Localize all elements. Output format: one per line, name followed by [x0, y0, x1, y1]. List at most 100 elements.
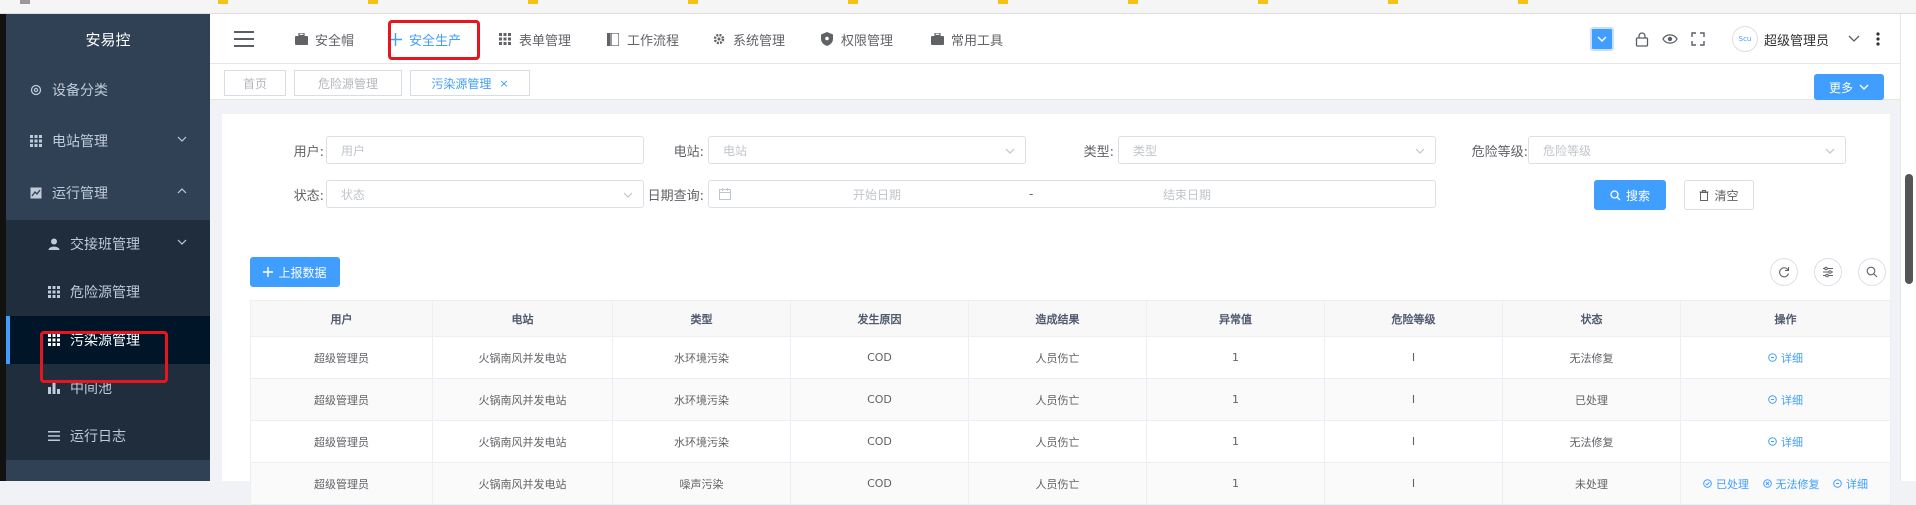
status-filter-select[interactable]: 状态 [326, 180, 644, 208]
topnav-label: 权限管理 [841, 33, 894, 49]
table-cell: 1 [1146, 420, 1325, 463]
table-cell: 超级管理员 [250, 336, 433, 379]
table-cell: 未处理 [1502, 462, 1681, 505]
column-header[interactable]: 造成结果 [968, 300, 1147, 337]
type-placeholder: 类型 [1133, 143, 1158, 158]
refresh-icon[interactable] [1770, 258, 1798, 286]
chevron-up-icon [177, 188, 187, 194]
date-start-input[interactable]: 开始日期 [853, 181, 901, 207]
bookmark-folder-icon [998, 0, 1008, 4]
bookmark-folder-icon [688, 0, 698, 4]
clear-button[interactable]: 清空 [1684, 180, 1754, 210]
type-filter-select[interactable]: 类型 [1118, 136, 1436, 164]
table-cell: 水环境污染 [612, 336, 791, 379]
topnav-item-system-management[interactable]: 系统管理 [712, 14, 785, 64]
sidebar-brand: 安易控 [85, 30, 131, 49]
station-filter-select[interactable]: 电站 [708, 136, 1026, 164]
hamburger-icon[interactable] [234, 31, 254, 47]
detail-link-label: 详细 [1781, 435, 1803, 449]
detail-icon [1768, 437, 1777, 446]
window-scrollbar[interactable] [1900, 14, 1916, 481]
risk-filter-select[interactable]: 危险等级 [1528, 136, 1846, 164]
tag-home[interactable]: 首页 [224, 70, 286, 96]
eye-icon[interactable] [1662, 31, 1678, 47]
chart-icon [28, 185, 44, 201]
close-icon[interactable]: × [499, 77, 508, 90]
scrollbar-thumb[interactable] [1905, 174, 1913, 284]
chevron-down-icon[interactable] [1846, 31, 1862, 47]
action-cell: 详细 [1680, 336, 1891, 379]
column-header[interactable]: 危险等级 [1324, 300, 1503, 337]
sidebar-item-station-management[interactable]: 电站管理 [6, 117, 210, 165]
date-range-picker[interactable]: 开始日期 - 结束日期 [708, 180, 1436, 208]
sidebar-item-label: 危险源管理 [70, 285, 140, 301]
sidebar-item-hazard-management[interactable]: 危险源管理 [6, 268, 210, 316]
table-cell: I [1324, 336, 1503, 379]
avatar[interactable]: Scu [1732, 26, 1758, 52]
grid-icon [28, 133, 44, 149]
user-icon [46, 236, 62, 252]
date-end-input[interactable]: 结束日期 [1163, 181, 1211, 207]
tag-pollution[interactable]: 污染源管理 × [410, 70, 530, 96]
column-header[interactable]: 异常值 [1146, 300, 1325, 337]
status-filter-label: 状态: [293, 188, 324, 204]
risk-placeholder: 危险等级 [1543, 143, 1592, 158]
report-data-button[interactable]: 上报数据 [250, 257, 340, 287]
more-button[interactable]: 更多 [1814, 74, 1884, 100]
user-filter-input[interactable]: 用户 [326, 136, 644, 164]
column-header[interactable]: 状态 [1502, 300, 1681, 337]
more-vertical-icon[interactable] [1870, 31, 1886, 47]
detail-link[interactable]: 详细 [1768, 434, 1803, 450]
column-settings-icon[interactable] [1814, 258, 1842, 286]
detail-link[interactable]: 详细 [1768, 392, 1803, 408]
column-header[interactable]: 用户 [250, 300, 433, 337]
column-header[interactable]: 发生原因 [790, 300, 969, 337]
topnav-label: 系统管理 [733, 33, 786, 49]
tag-hazard[interactable]: 危险源管理 [294, 70, 402, 96]
topnav-item-safety-helmet[interactable]: 安全帽 [294, 14, 354, 64]
sidebar-item-label: 设备分类 [52, 83, 108, 99]
detail-icon [1768, 395, 1777, 404]
sidebar: 安易控 设备分类 电站管理 运行管理 交接班管理 危险源管理 污染源管理 中间池… [6, 14, 210, 481]
table-cell: 超级管理员 [250, 378, 433, 421]
topnav-label: 工作流程 [627, 33, 680, 49]
topnav-label: 表单管理 [519, 33, 572, 49]
table-cell: 人员伤亡 [968, 462, 1147, 505]
detail-link[interactable]: 详细 [1833, 476, 1868, 492]
table-cell: 人员伤亡 [968, 378, 1147, 421]
more-button-label: 更多 [1828, 80, 1853, 95]
station-placeholder: 电站 [723, 143, 748, 158]
table-cell: I [1324, 462, 1503, 505]
clear-button-label: 清空 [1714, 188, 1739, 203]
mark-unrepairable-link[interactable]: 无法修复 [1762, 476, 1820, 492]
action-cell: 已处理 无法修复 详细 [1680, 462, 1891, 505]
fullscreen-icon[interactable] [1690, 31, 1706, 47]
column-header[interactable]: 操作 [1680, 300, 1891, 337]
column-header[interactable]: 类型 [612, 300, 791, 337]
search-button[interactable]: 搜索 [1594, 180, 1666, 210]
table-cell: COD [790, 378, 969, 421]
detail-link[interactable]: 详细 [1768, 350, 1803, 366]
lock-icon[interactable] [1634, 31, 1650, 47]
topnav-item-permission-management[interactable]: 权限管理 [820, 14, 893, 64]
topnav-item-workflow[interactable]: 工作流程 [606, 14, 679, 64]
table-cell: 水环境污染 [612, 420, 791, 463]
bookmark-folder-icon [1258, 0, 1268, 4]
toggle-search-icon[interactable] [1858, 258, 1886, 286]
sidebar-item-operation-log[interactable]: 运行日志 [6, 412, 210, 460]
username-label[interactable]: 超级管理员 [1764, 14, 1829, 64]
topnav-item-form-management[interactable]: 表单管理 [498, 14, 571, 64]
mark-handled-link[interactable]: 已处理 [1703, 476, 1749, 492]
table-cell: 1 [1146, 336, 1325, 379]
bookmark-folder-icon [528, 0, 538, 4]
chevron-down-icon [177, 136, 187, 142]
dropdown-toggle-icon[interactable] [1590, 27, 1614, 51]
sidebar-item-shift-handover[interactable]: 交接班管理 [6, 220, 210, 268]
topnav-item-common-tools[interactable]: 常用工具 [930, 14, 1003, 64]
sidebar-item-operation-management[interactable]: 运行管理 [6, 169, 210, 217]
sidebar-item-device-category[interactable]: 设备分类 [6, 66, 210, 114]
sidebar-item-label: 运行管理 [52, 186, 108, 202]
table-cell: I [1324, 420, 1503, 463]
column-header[interactable]: 电站 [432, 300, 613, 337]
table-cell: COD [790, 462, 969, 505]
